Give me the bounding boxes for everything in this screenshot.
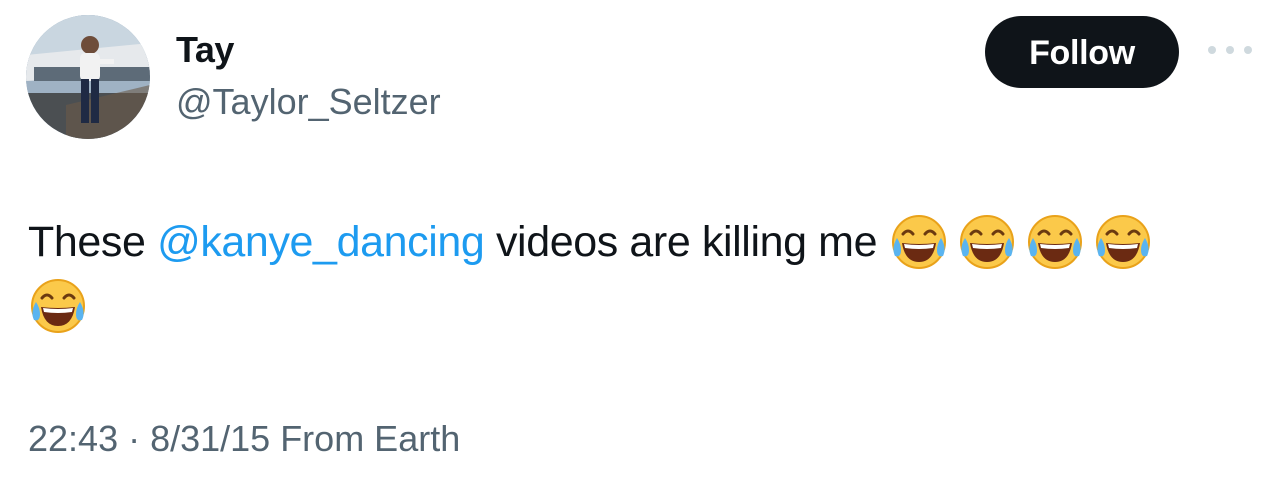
- avatar[interactable]: [26, 15, 150, 139]
- profile-photo: [26, 15, 150, 139]
- face-with-tears-of-joy-icon: [1095, 215, 1150, 269]
- face-with-tears-of-joy-icon: [891, 215, 946, 269]
- tweet-text: These @kanye_dancing videos are killing …: [28, 210, 1228, 338]
- dot: [1208, 46, 1216, 54]
- follow-button[interactable]: Follow: [985, 16, 1179, 88]
- face-with-tears-of-joy-icon: [959, 215, 1014, 269]
- display-name[interactable]: Tay: [176, 28, 234, 72]
- tweet-text-after: videos are killing me: [484, 218, 878, 266]
- user-handle[interactable]: @Taylor_Seltzer: [176, 80, 441, 124]
- face-with-tears-of-joy-icon: [31, 279, 85, 333]
- tweet-timestamp[interactable]: 22:43 · 8/31/15 From Earth: [28, 414, 460, 464]
- more-horizontal-icon[interactable]: [1208, 40, 1252, 60]
- mention-link[interactable]: @kanye_dancing: [157, 218, 485, 266]
- tweet-text-before: These: [28, 218, 158, 266]
- dot: [1226, 46, 1234, 54]
- dot: [1244, 46, 1252, 54]
- face-with-tears-of-joy-icon: [1027, 215, 1082, 269]
